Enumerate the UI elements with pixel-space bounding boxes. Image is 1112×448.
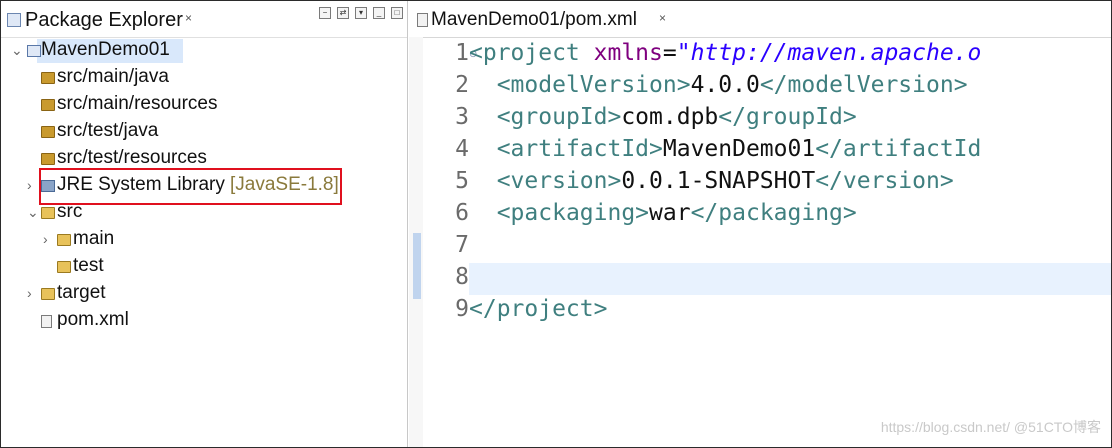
code-line-4: <artifactId>MavenDemo01</artifactId bbox=[496, 136, 982, 162]
source-folder-icon bbox=[41, 153, 55, 165]
editor-view: MavenDemo01/pom.xml × 1 ⊖ 2 3 4 5 6 7 8 … bbox=[409, 1, 1111, 447]
code-line-1: <project xmlns="http://maven.apache.o bbox=[469, 40, 982, 66]
line-number: 1 bbox=[455, 40, 469, 66]
line-number: 8 bbox=[455, 264, 469, 290]
line-number: 2 bbox=[455, 72, 469, 98]
tree-item-label: src/main/java bbox=[57, 66, 169, 87]
tree-item-label: MavenDemo01 bbox=[41, 39, 170, 60]
close-icon[interactable]: × bbox=[185, 11, 192, 25]
chevron-down-icon[interactable]: ⌄ bbox=[27, 199, 39, 225]
jre-highlight-box bbox=[39, 168, 342, 205]
ide-window: Package Explorer × − ⇄ ▾ _ □ ⌄ MavenDemo… bbox=[0, 0, 1112, 448]
line-number-gutter: 1 ⊖ 2 3 4 5 6 7 8 9 bbox=[423, 37, 477, 447]
tree-item-label: src/test/java bbox=[57, 120, 159, 141]
code-line-6: <packaging>war</packaging> bbox=[496, 200, 857, 226]
line-number: 6 bbox=[455, 200, 469, 226]
maximize-icon[interactable]: □ bbox=[391, 7, 403, 19]
watermark: https://blog.csdn.net/ @51CTO博客 bbox=[880, 419, 1101, 435]
tree-item-label: target bbox=[57, 282, 106, 303]
editor-tab[interactable]: MavenDemo01/pom.xml × bbox=[409, 1, 1111, 38]
tree-item-label: pom.xml bbox=[57, 309, 129, 330]
ruler-change-marker bbox=[413, 233, 421, 299]
chevron-right-icon[interactable]: › bbox=[27, 280, 32, 306]
project-icon bbox=[27, 45, 41, 57]
link-icon[interactable]: ⇄ bbox=[337, 7, 349, 19]
chevron-down-icon[interactable]: ⌄ bbox=[11, 37, 23, 63]
folder-icon bbox=[57, 261, 71, 273]
xml-file-icon bbox=[41, 315, 52, 328]
package-explorer-title: Package Explorer bbox=[25, 9, 183, 31]
chevron-right-icon[interactable]: › bbox=[27, 172, 32, 198]
source-folder-icon bbox=[41, 99, 55, 111]
xml-file-icon bbox=[417, 13, 428, 27]
code-line-9: </project> bbox=[469, 296, 608, 322]
code-line-5: <version>0.0.1-SNAPSHOT</version> bbox=[496, 168, 954, 194]
editor-ruler bbox=[409, 37, 423, 447]
code-line-3: <groupId>com.dpb</groupId> bbox=[496, 104, 857, 130]
source-folder-icon bbox=[41, 126, 55, 138]
editor-tab-title: MavenDemo01/pom.xml bbox=[431, 9, 637, 30]
minimize-icon[interactable]: _ bbox=[373, 7, 385, 19]
source-folder-icon bbox=[41, 72, 55, 84]
package-explorer-icon bbox=[7, 13, 21, 27]
filter-icon[interactable]: ▾ bbox=[355, 7, 367, 19]
collapse-icon[interactable]: − bbox=[319, 7, 331, 19]
folder-icon bbox=[41, 288, 55, 300]
line-number: 4 bbox=[455, 136, 469, 162]
folder-icon bbox=[41, 207, 55, 219]
chevron-right-icon[interactable]: › bbox=[43, 226, 48, 252]
code-line-2: <modelVersion>4.0.0</modelVersion> bbox=[496, 72, 968, 98]
package-explorer-view: Package Explorer × − ⇄ ▾ _ □ ⌄ MavenDemo… bbox=[1, 1, 408, 447]
folder-icon bbox=[57, 234, 71, 246]
line-number: 7 bbox=[455, 232, 469, 258]
code-editor[interactable]: <project xmlns="http://maven.apache.o <m… bbox=[469, 37, 1111, 447]
line-number: 5 bbox=[455, 168, 469, 194]
view-toolbar: − ⇄ ▾ _ □ bbox=[319, 7, 403, 21]
line-number: 3 bbox=[455, 104, 469, 130]
close-icon[interactable]: × bbox=[659, 11, 666, 25]
tree-item-label: test bbox=[73, 255, 104, 276]
tree-item-label: main bbox=[73, 228, 115, 249]
line-number: 9 bbox=[455, 296, 469, 322]
tree-item-label: src/main/resources bbox=[57, 93, 218, 114]
package-explorer-tab[interactable]: Package Explorer × − ⇄ ▾ _ □ bbox=[1, 1, 407, 38]
